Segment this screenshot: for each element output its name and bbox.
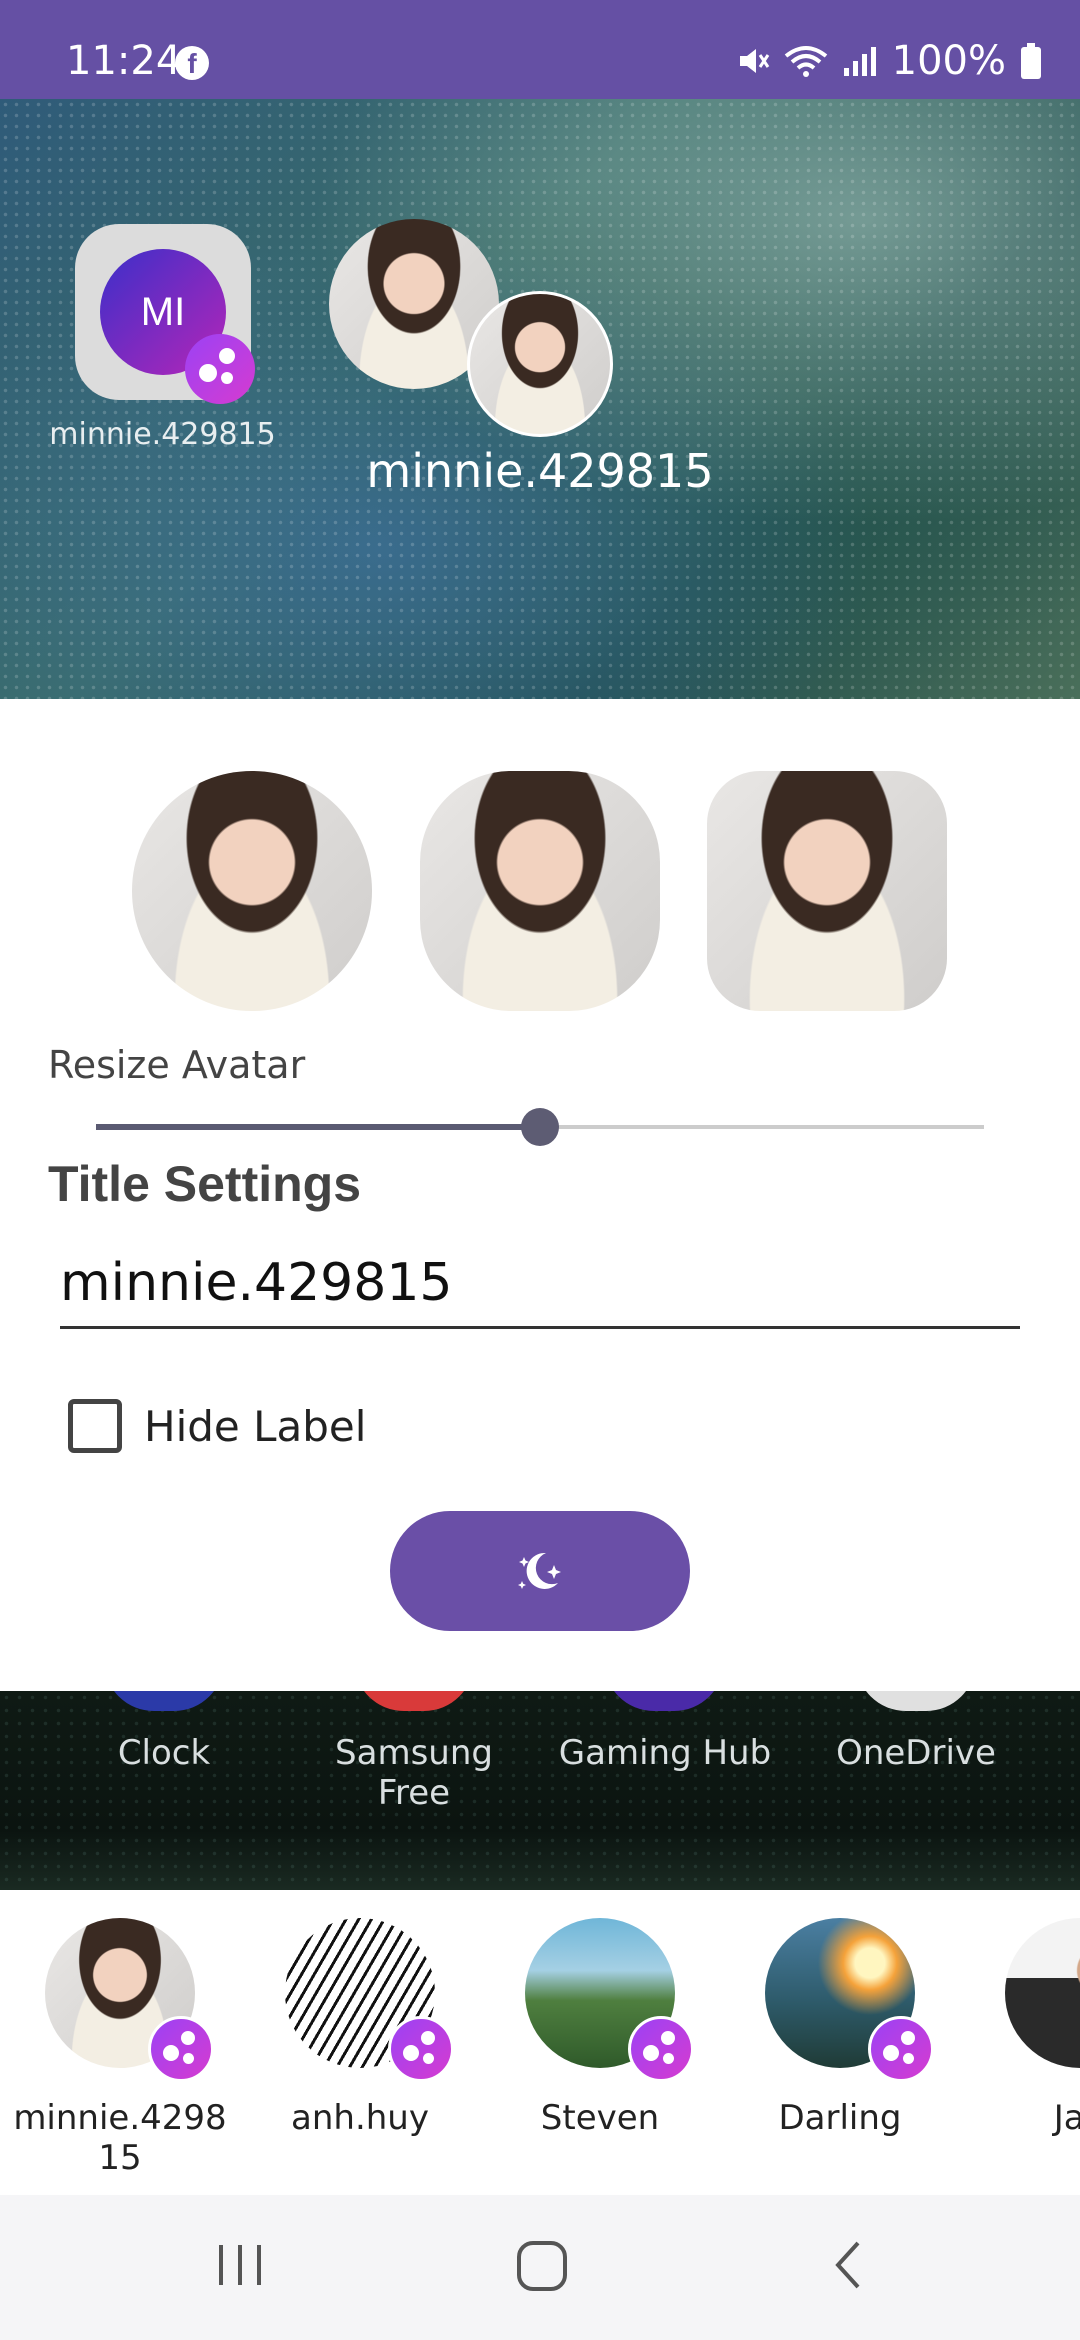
- slider-fill: [96, 1124, 540, 1130]
- battery-icon: [1021, 43, 1041, 79]
- home-icon[interactable]: [515, 2235, 569, 2295]
- contact-item[interactable]: Jan: [960, 1918, 1080, 2138]
- status-time: 11:24: [66, 38, 182, 84]
- facebook-icon: f: [175, 46, 209, 80]
- title-input[interactable]: [60, 1239, 1020, 1329]
- bubble-badge-icon: [185, 334, 255, 404]
- wifi-icon: [784, 46, 827, 77]
- wallpaper-preview: MI minnie.429815 minnie.429815: [0, 99, 1080, 699]
- settings-panel: Resize Avatar Title Settings Hide Label: [0, 699, 1080, 1691]
- contact-item[interactable]: Darling: [720, 1918, 960, 2138]
- app-label-samsung-free[interactable]: Samsung Free: [294, 1733, 534, 1813]
- resize-avatar-label: Resize Avatar: [48, 1043, 306, 1087]
- contact-name: Jan: [1053, 2098, 1080, 2138]
- contact-item[interactable]: minnie.4298 15: [0, 1918, 240, 2178]
- contact-name: minnie.4298 15: [13, 2098, 227, 2178]
- app-label-onedrive[interactable]: OneDrive: [796, 1733, 1036, 1773]
- mute-icon: [739, 49, 769, 73]
- widget-icon-preview: MI: [75, 224, 255, 404]
- hide-label-text: Hide Label: [144, 1401, 367, 1451]
- app-label-gaming-hub[interactable]: Gaming Hub: [545, 1733, 785, 1773]
- status-bar: 11:24 f 100%: [0, 0, 1080, 99]
- slider-thumb[interactable]: [521, 1108, 559, 1146]
- title-settings-heading: Title Settings: [48, 1156, 362, 1212]
- bubble-badge-icon: [388, 2016, 454, 2082]
- contacts-row: minnie.4298 15 anh.huy Steven Darling Ja…: [0, 1890, 1080, 2195]
- hide-label-row[interactable]: Hide Label: [68, 1399, 366, 1453]
- magic-sparkle-icon: [518, 1552, 561, 1589]
- bubble-badge-icon: [148, 2016, 214, 2082]
- status-icons: 100%: [736, 38, 1042, 84]
- battery-percent: 100%: [891, 38, 1006, 84]
- navigation-bar: [0, 2195, 1080, 2340]
- signal-icon: [843, 47, 876, 76]
- bubble-badge-icon: [628, 2016, 694, 2082]
- back-icon[interactable]: [828, 2235, 868, 2295]
- contact-name: anh.huy: [291, 2098, 429, 2138]
- preview-avatar-small: [467, 291, 613, 437]
- shape-option-circle[interactable]: [132, 771, 372, 1011]
- contact-item[interactable]: Steven: [480, 1918, 720, 2138]
- app-label-clock[interactable]: Clock: [44, 1733, 284, 1773]
- shape-option-squircle[interactable]: [420, 771, 660, 1011]
- bubble-badge-icon: [868, 2016, 934, 2082]
- contact-name: Steven: [540, 2098, 660, 2138]
- preview-title: minnie.429815: [366, 444, 714, 498]
- shape-option-rounded-square[interactable]: [707, 771, 947, 1011]
- widget-label: minnie.429815: [49, 417, 276, 452]
- resize-avatar-slider[interactable]: [96, 1108, 984, 1146]
- recent-apps-icon[interactable]: [215, 2235, 265, 2295]
- hide-label-checkbox[interactable]: [68, 1399, 122, 1453]
- contact-avatar: [1005, 1918, 1080, 2068]
- contact-item[interactable]: anh.huy: [240, 1918, 480, 2138]
- home-screen-strip: Clock Samsung Free Gaming Hub OneDrive: [0, 1691, 1080, 1890]
- contact-name: Darling: [778, 2098, 902, 2138]
- apply-button[interactable]: [390, 1511, 690, 1631]
